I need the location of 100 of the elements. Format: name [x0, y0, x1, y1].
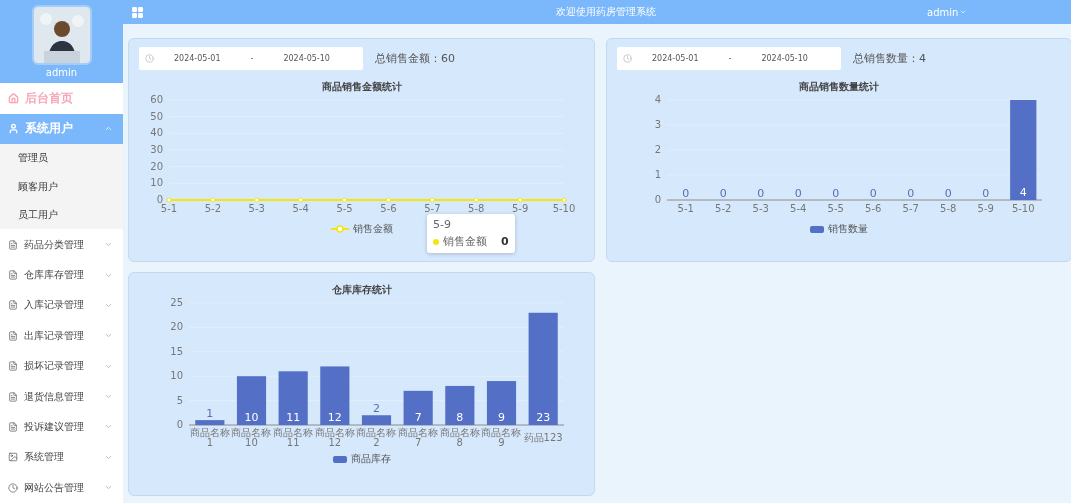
- data-point: [298, 197, 304, 203]
- data-point: [473, 197, 479, 203]
- axis-label: 5-9: [977, 203, 994, 214]
- tooltip-value: 0: [500, 235, 509, 248]
- document-icon: [8, 361, 18, 372]
- axis-label: 5-4: [789, 203, 806, 214]
- bar: [320, 366, 350, 425]
- axis-label: 20: [170, 321, 183, 333]
- document-icon: [8, 270, 18, 280]
- data-label: 1: [206, 407, 214, 421]
- document-icon: [8, 239, 18, 250]
- data-point: [210, 197, 216, 203]
- axis-label: 5-2: [204, 203, 222, 214]
- data-point: [342, 197, 348, 203]
- axis-label: 商品名称9: [481, 428, 522, 448]
- bar: [278, 371, 308, 425]
- legend-label: 销售金额: [352, 222, 393, 236]
- data-label: 0: [756, 187, 764, 200]
- axis-label: 5-6: [380, 203, 397, 214]
- user-name: admin: [45, 67, 78, 79]
- data-point: [166, 197, 172, 203]
- axis-label: 5-8: [468, 203, 485, 214]
- axis-label: 25: [170, 297, 183, 308]
- data-point: [385, 197, 391, 203]
- legend-line-icon: [330, 225, 349, 233]
- document-icon: [8, 300, 18, 311]
- legend-label: 商品库存: [350, 452, 391, 466]
- axis-label: 60: [150, 94, 163, 105]
- axis-label: 15: [170, 345, 183, 357]
- axis-label: 4: [654, 94, 661, 105]
- axis-label: 1: [654, 169, 661, 180]
- axis-label: 40: [150, 127, 163, 139]
- axis-label: 5-10: [552, 203, 576, 214]
- axis-label: 5: [176, 394, 183, 406]
- axis-label: 5-8: [939, 203, 956, 214]
- bar: [236, 376, 267, 425]
- data-label: 10: [244, 411, 259, 424]
- data-label: 23: [536, 411, 551, 424]
- menu-icon[interactable]: [131, 5, 144, 19]
- date-range-field[interactable]: 2024-05-01 - 2024-05-10: [139, 47, 363, 70]
- axis-label: 0: [156, 194, 163, 205]
- axis-label: 商品名称7: [398, 428, 439, 448]
- data-label: 4: [1019, 186, 1027, 199]
- axis-label: 5-5: [827, 203, 844, 214]
- axis-label: 5-7: [424, 203, 441, 214]
- data-label: 2: [373, 402, 380, 416]
- axis-label: 5-6: [864, 203, 881, 214]
- data-label: 0: [981, 187, 989, 200]
- tooltip-title: 5-9: [433, 218, 452, 231]
- clock-icon: [8, 482, 18, 493]
- user-icon: [8, 123, 19, 135]
- axis-label: 2: [654, 144, 661, 155]
- data-label: 0: [681, 187, 689, 200]
- clock-icon: [623, 54, 632, 63]
- axis-label: 5-10: [1011, 203, 1035, 214]
- submenu-item[interactable]: 顾客用户: [0, 172, 123, 201]
- bar: [403, 390, 433, 425]
- axis-label: 商品名称11: [273, 428, 314, 448]
- data-point: [254, 197, 260, 203]
- date-range-field[interactable]: 2024-05-01 - 2024-05-10: [617, 47, 841, 70]
- axis-label: 20: [150, 160, 163, 172]
- data-label: 0: [794, 187, 802, 200]
- axis-label: 5-4: [292, 203, 309, 214]
- axis-label: 0: [654, 194, 661, 205]
- chart-title: 商品销售数量统计: [799, 80, 879, 94]
- data-label: 7: [414, 411, 422, 424]
- data-label: 0: [944, 187, 952, 200]
- axis-label: 3: [654, 119, 661, 130]
- bar: [361, 415, 392, 425]
- submenu-item[interactable]: 管理员: [0, 144, 123, 173]
- data-label: 9: [498, 411, 505, 424]
- data-label: 11: [286, 411, 301, 424]
- tooltip-label: 销售金额: [443, 234, 487, 249]
- axis-label: 0: [176, 419, 183, 428]
- axis-label: 5-1: [160, 203, 178, 214]
- submenu-item[interactable]: 员工用户: [0, 201, 123, 230]
- data-label: 0: [831, 187, 839, 200]
- axis-label: 商品名称2: [356, 428, 397, 448]
- clock-icon: [145, 54, 154, 63]
- axis-label: 10: [170, 370, 183, 382]
- data-label: 0: [906, 187, 914, 200]
- home-icon: [8, 93, 19, 105]
- axis-label: 药品123: [523, 433, 564, 443]
- axis-label: 5-2: [714, 203, 731, 214]
- data-label: 0: [869, 187, 877, 200]
- legend-swatch-icon: [810, 225, 824, 233]
- data-label: 8: [456, 411, 464, 424]
- axis-label: 10: [150, 177, 163, 189]
- axis-label: 商品名称1: [189, 428, 230, 448]
- axis-label: 5-3: [752, 203, 769, 214]
- axis-label: 商品名称8: [439, 428, 480, 448]
- legend-label: 销售数量: [828, 222, 868, 236]
- summary-text: 总销售数量：4: [853, 51, 926, 66]
- axis-label: 5-9: [511, 203, 529, 214]
- data-label: 0: [719, 187, 727, 200]
- data-point: [517, 197, 523, 203]
- axis-label: 商品名称12: [314, 428, 355, 448]
- axis-label: 5-7: [902, 203, 919, 214]
- data-point: [429, 197, 435, 203]
- bar: [195, 420, 225, 425]
